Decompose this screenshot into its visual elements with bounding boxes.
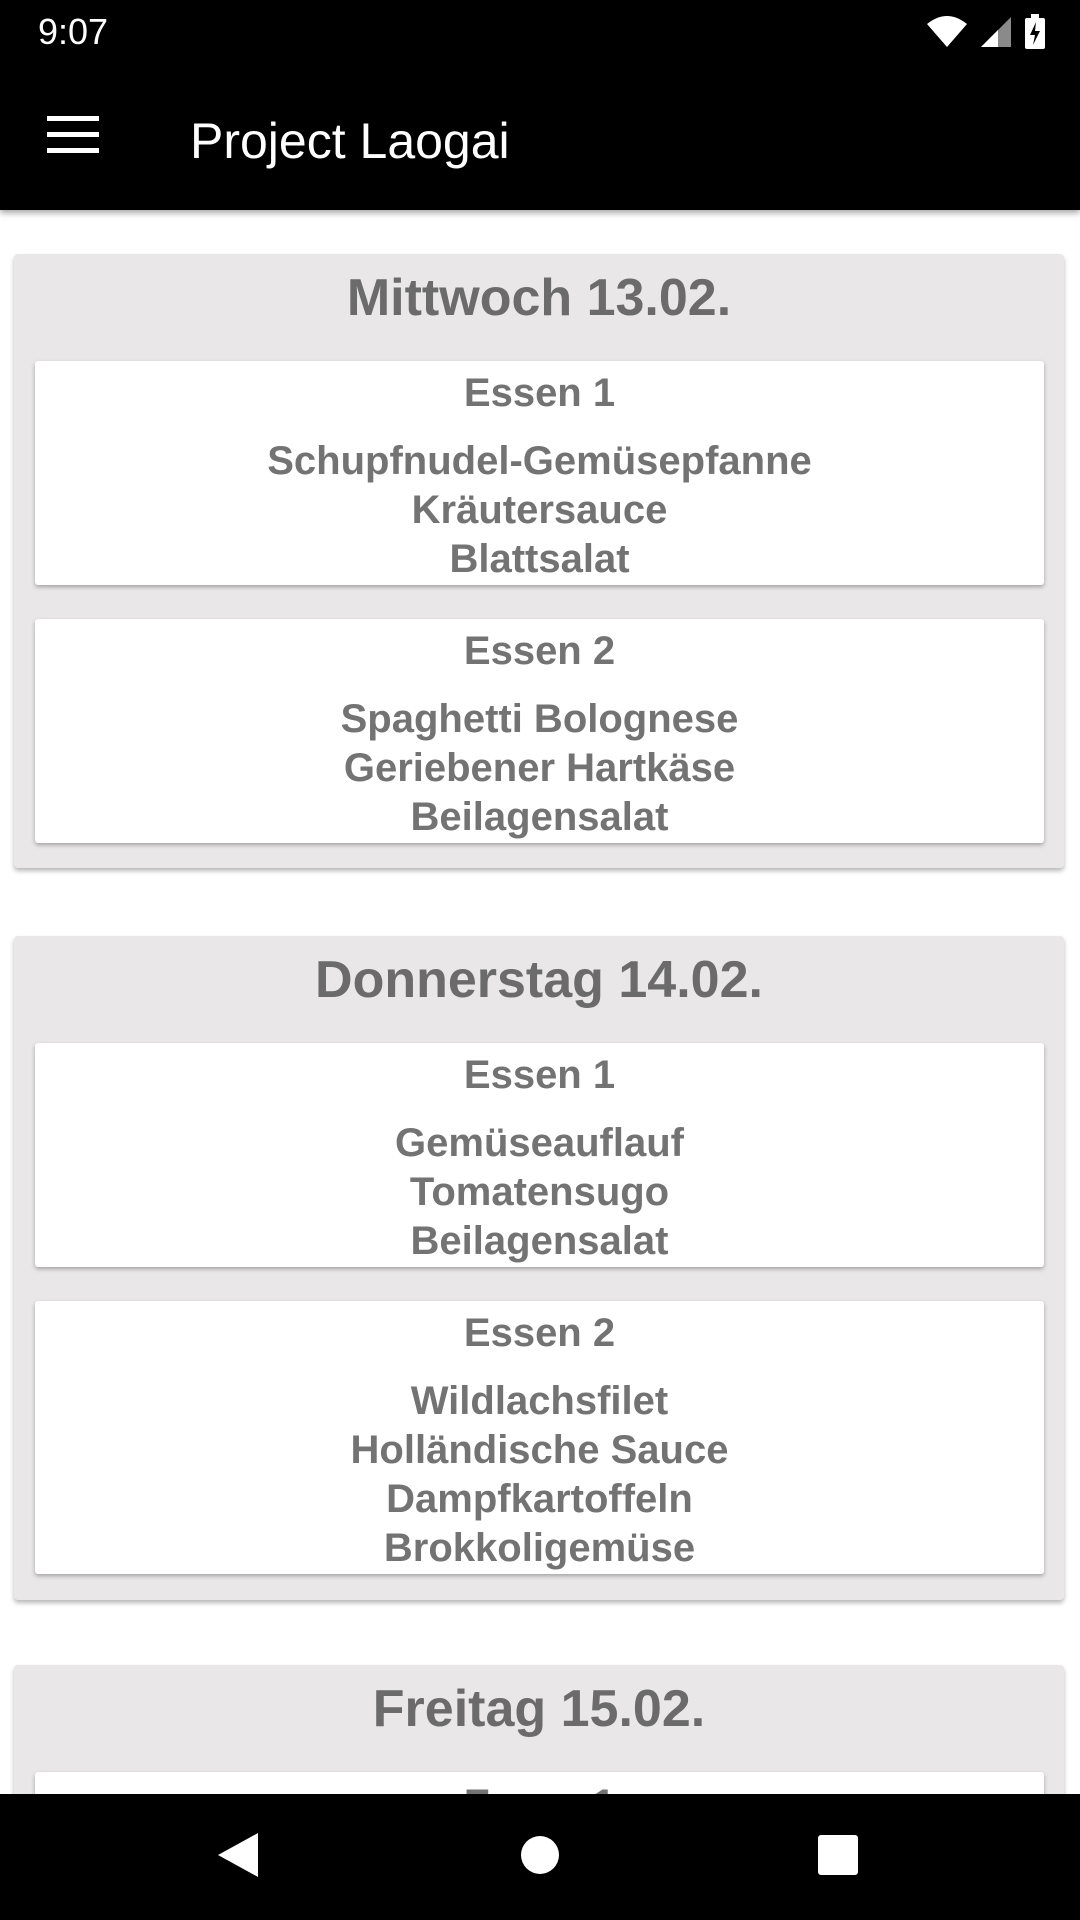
meal-item: Dampfkartoffeln — [386, 1477, 693, 1521]
meal-item: Schupfnudel-Gemüsepfanne — [267, 439, 812, 483]
meal-card[interactable]: Essen 2 Spaghetti Bolognese Geriebener H… — [35, 619, 1044, 843]
meal-item: Spaghetti Bolognese — [340, 697, 739, 741]
day-title: Donnerstag 14.02. — [315, 951, 763, 1009]
day-title: Freitag 15.02. — [372, 1680, 706, 1738]
recents-button[interactable] — [798, 1824, 878, 1890]
menu-button[interactable] — [28, 101, 118, 173]
meal-title: Essen 1 — [463, 371, 616, 415]
home-button[interactable] — [500, 1824, 580, 1890]
meal-title: Essen 1 — [463, 1053, 616, 1097]
meal-item: Beilagensalat — [410, 1219, 669, 1263]
cell-signal-icon — [980, 16, 1012, 48]
meal-item: Beilagensalat — [410, 795, 669, 839]
day-block-friday: Freitag 15.02. Essen 1 — [14, 1665, 1064, 1794]
meal-item: Blattsalat — [449, 537, 630, 581]
navigation-bar — [0, 1794, 1080, 1920]
back-icon — [216, 1831, 260, 1884]
meal-title: Essen 2 — [463, 1311, 616, 1355]
day-block-wednesday: Mittwoch 13.02. Essen 1 Schupfnudel-Gemü… — [14, 254, 1064, 868]
meal-title: Essen 2 — [463, 629, 616, 673]
status-icons — [926, 14, 1046, 50]
menu-list[interactable]: Mittwoch 13.02. Essen 1 Schupfnudel-Gemü… — [0, 210, 1080, 1794]
meal-item: Brokkoligemüse — [383, 1526, 696, 1570]
home-icon — [520, 1835, 560, 1880]
meal-item: Tomatensugo — [409, 1170, 670, 1214]
meal-item: Kräutersauce — [411, 488, 668, 532]
meal-card[interactable]: Essen 1 Gemüseauflauf Tomatensugo Beilag… — [35, 1043, 1044, 1267]
app-bar: Project Laogai — [0, 63, 1080, 210]
recents-icon — [817, 1834, 859, 1881]
meal-item: Holländische Sauce — [350, 1428, 729, 1472]
hamburger-menu-icon — [47, 115, 99, 159]
day-block-thursday: Donnerstag 14.02. Essen 1 Gemüseauflauf … — [14, 936, 1064, 1600]
status-bar: 9:07 — [0, 0, 1080, 63]
meal-card[interactable]: Essen 2 Wildlachsfilet Holländische Sauc… — [35, 1301, 1044, 1574]
back-button[interactable] — [198, 1824, 278, 1890]
battery-charging-icon — [1024, 14, 1046, 50]
day-title: Mittwoch 13.02. — [346, 269, 732, 327]
meal-title: Essen 1 — [35, 1780, 1044, 1794]
app-title: Project Laogai — [190, 113, 510, 169]
meal-card[interactable]: Essen 1 — [35, 1772, 1044, 1794]
wifi-icon — [926, 16, 968, 48]
status-time: 9:07 — [38, 11, 109, 52]
meal-item: Geriebener Hartkäse — [343, 746, 736, 790]
meal-item: Gemüseauflauf — [395, 1121, 684, 1165]
meal-item: Wildlachsfilet — [410, 1379, 669, 1423]
meal-card[interactable]: Essen 1 Schupfnudel-Gemüsepfanne Kräuter… — [35, 361, 1044, 585]
